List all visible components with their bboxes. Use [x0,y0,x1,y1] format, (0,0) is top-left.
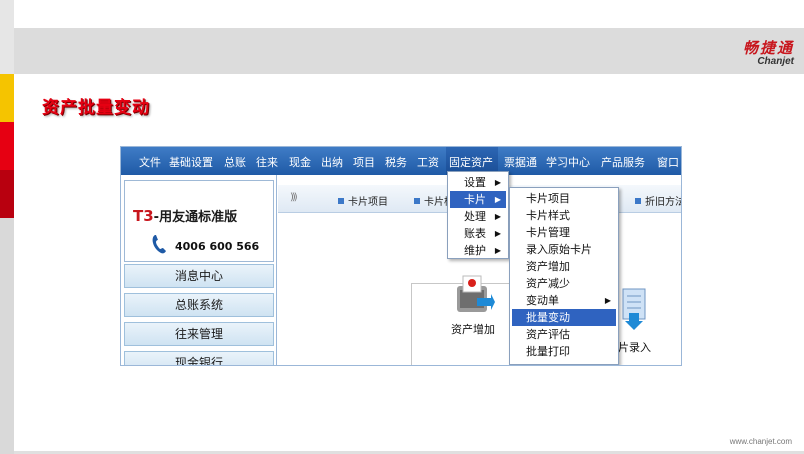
submenu-asset-reduce[interactable]: 资产减少 [512,275,616,292]
flow-panel-border [411,283,413,365]
menu-item-label: 变动单 [526,294,559,307]
menu-item-label: 设置 [464,176,486,189]
toolbar-expand-icon[interactable]: ))) [290,192,298,203]
tab-depreciation[interactable]: 折旧方法 [635,193,682,208]
asset-add-icon[interactable] [453,272,495,316]
menu-item-card[interactable]: 卡片 ▶ [450,191,506,208]
menu-item-reports[interactable]: 账表 ▶ [450,225,506,242]
submenu-card-manage[interactable]: 卡片管理 [512,224,616,241]
menu-cashier[interactable]: 出纳 [321,154,343,170]
logo-cn: 畅捷通 [742,39,794,57]
menu-item-settings[interactable]: 设置 ▶ [450,174,506,191]
nav-ledger-system[interactable]: 总账系统 [124,293,274,317]
nav-receivables[interactable]: 往来管理 [124,322,274,346]
menu-item-label: 维护 [464,244,486,257]
brand-title-rest: -用友通标准版 [153,210,238,225]
submenu-arrow-icon: ▶ [494,195,501,204]
submenu-card-items[interactable]: 卡片项目 [512,190,616,207]
nav-cash-bank[interactable]: 现金银行 [124,351,274,365]
submenu-enter-original-card[interactable]: 录入原始卡片 [512,241,616,258]
left-pane: T3-用友通标准版 4006 600 566 消息中心 总账系统 往来管理 现金… [121,175,277,365]
tab-label: 卡片项目 [348,197,388,208]
submenu-change-form[interactable]: 变动单 ▶ [512,292,616,309]
menu-window[interactable]: 窗口 [657,154,679,170]
footer-url: www.chanjet.com [729,437,792,446]
strip-darkred [0,170,14,218]
menu-bar: 文件 基础设置 总账 往来 现金 出纳 项目 税务 工资 固定资产 票据通 学习… [121,147,681,175]
strip-red [0,122,14,170]
fixed-assets-menu: 设置 ▶ 卡片 ▶ 处理 ▶ 账表 ▶ 维护 ▶ [447,171,509,259]
tab-bullet-icon [635,198,641,204]
menu-products[interactable]: 产品服务 [601,154,645,170]
chanjet-logo: 畅捷通 Chanjet [743,37,794,67]
card-submenu: 卡片项目 卡片样式 卡片管理 录入原始卡片 资产增加 资产减少 变动单 ▶ 批量变… [509,187,619,365]
submenu-batch-change[interactable]: 批量变动 [512,309,616,326]
menu-item-label: 处理 [464,210,486,223]
submenu-card-style[interactable]: 卡片样式 [512,207,616,224]
app-screenshot: 文件 基础设置 总账 往来 现金 出纳 项目 税务 工资 固定资产 票据通 学习… [120,146,682,366]
brand-box: T3-用友通标准版 4006 600 566 [124,180,274,262]
menu-payroll[interactable]: 工资 [417,154,439,170]
nav-message-center[interactable]: 消息中心 [124,264,274,288]
slide-color-strip [0,0,14,454]
menu-tax[interactable]: 税务 [385,154,407,170]
strip-lightgray [0,218,14,454]
menu-cash[interactable]: 现金 [289,154,311,170]
menu-item-process[interactable]: 处理 ▶ [450,208,506,225]
phone-icon [152,235,166,254]
menu-general-ledger[interactable]: 总账 [224,154,246,170]
menu-item-label: 卡片 [464,193,486,206]
tab-card-items[interactable]: 卡片项目 [338,193,388,208]
submenu-asset-evaluation[interactable]: 资产评估 [512,326,616,343]
submenu-arrow-icon: ▶ [494,229,501,238]
submenu-arrow-icon: ▶ [604,296,611,305]
slide-title: 资产批量变动 [42,98,150,118]
menu-fixed-assets[interactable]: 固定资产 [449,154,493,170]
brand-title-prefix: T3 [133,207,154,225]
strip-gray [0,0,14,74]
brand-title: T3-用友通标准版 [133,206,237,225]
submenu-batch-print[interactable]: 批量打印 [512,343,616,360]
tab-bullet-icon [338,198,344,204]
asset-add-label[interactable]: 资产增加 [451,321,495,337]
menu-receivables[interactable]: 往来 [256,154,278,170]
card-entry-icon[interactable] [619,287,649,331]
tab-label: 折旧方法 [645,197,682,208]
submenu-arrow-icon: ▶ [494,246,501,255]
menu-item-maintenance[interactable]: 维护 ▶ [450,242,506,259]
menu-project[interactable]: 项目 [353,154,375,170]
menu-bills[interactable]: 票据通 [504,154,537,170]
header-band [14,28,804,74]
submenu-arrow-icon: ▶ [494,212,501,221]
brand-phone: 4006 600 566 [175,240,260,253]
strip-yellow [0,74,14,122]
menu-learning[interactable]: 学习中心 [546,154,590,170]
menu-basic-settings[interactable]: 基础设置 [169,154,213,170]
submenu-arrow-icon: ▶ [494,178,501,187]
menu-item-label: 账表 [464,227,486,240]
tab-bullet-icon [414,198,420,204]
menu-file[interactable]: 文件 [139,154,161,170]
submenu-asset-add[interactable]: 资产增加 [512,258,616,275]
